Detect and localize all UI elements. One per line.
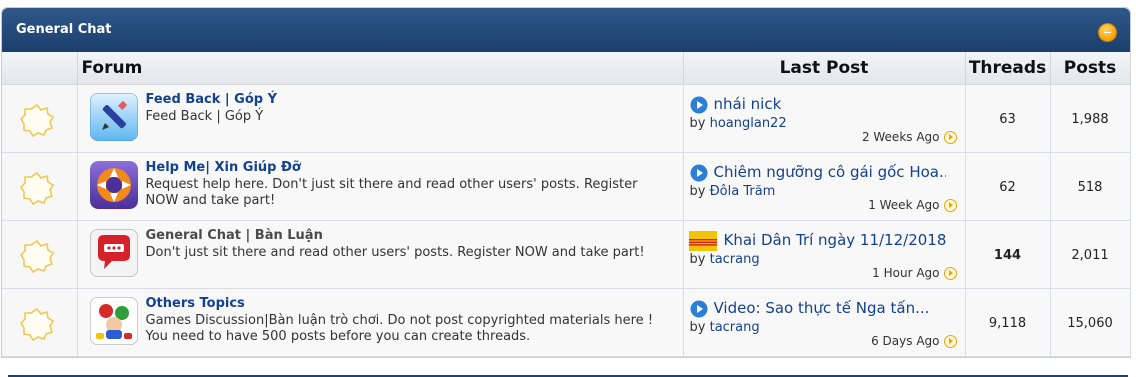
star-icon: [20, 239, 54, 273]
forum-table: Forum Last Post Threads Posts Feed Back …: [2, 52, 1131, 357]
forum-row: Others Topics Games Discussion|Bàn luận …: [2, 288, 1131, 357]
threads-count: 63: [965, 84, 1051, 153]
collapse-icon[interactable]: [1098, 23, 1117, 42]
goto-post-icon[interactable]: [943, 198, 957, 212]
author-link[interactable]: Đôla Trăm: [710, 184, 776, 199]
last-post-cell: Video: Sao thực tế Nga tấn... by tacrang…: [683, 288, 966, 357]
play-arrow-icon: [690, 300, 707, 318]
last-post-cell: Chiêm ngưỡng cô gái gốc Hoa... by Đôla T…: [683, 152, 966, 221]
forum-title-link[interactable]: Feed Back | Góp Ý: [146, 92, 278, 107]
forum-status-cell: [2, 288, 78, 357]
forum-title-link[interactable]: General Chat | Bàn Luận: [146, 228, 323, 243]
last-post-time: 1 Week Ago: [868, 198, 957, 212]
last-post-author: by tacrang: [690, 320, 760, 335]
play-arrow-icon: [690, 96, 707, 114]
pencil-icon: [89, 93, 138, 141]
forum-category-block: General Chat Forum Last Post Threads Pos…: [1, 7, 1131, 358]
last-post-author: by Đôla Trăm: [690, 184, 776, 199]
star-icon: [20, 171, 54, 205]
author-link[interactable]: hoanglan22: [710, 116, 787, 131]
forum-row: Feed Back | Góp Ý Feed Back | Góp Ý nhái…: [2, 84, 1131, 153]
category-title[interactable]: General Chat: [16, 22, 112, 37]
threads-count: 62: [965, 152, 1051, 221]
author-link[interactable]: tacrang: [710, 320, 760, 335]
forum-row: Help Me| Xin Giúp Đỡ Request help here. …: [2, 152, 1131, 221]
threads-count: 144: [965, 220, 1051, 289]
forum-description: Games Discussion|Bàn luận trò chơi. Do n…: [145, 313, 654, 344]
forum-status-cell: [2, 220, 78, 289]
forum-status-cell: [2, 84, 78, 153]
threads-count: 9,118: [965, 288, 1051, 357]
goto-post-icon[interactable]: [943, 266, 957, 280]
category-header: General Chat: [2, 8, 1130, 52]
forum-title-link[interactable]: Help Me| Xin Giúp Đỡ: [146, 160, 301, 175]
last-post-author: by tacrang: [690, 252, 760, 267]
forum-description: Request help here. Don't just sit there …: [145, 177, 638, 208]
column-forum: Forum: [77, 52, 684, 85]
goto-post-icon[interactable]: [943, 334, 957, 348]
lifebuoy-icon: [89, 161, 138, 209]
play-arrow-icon: [690, 164, 707, 182]
forum-status-cell: [2, 152, 78, 221]
posts-count: 2,011: [1050, 220, 1131, 289]
last-post-time: 1 Hour Ago: [872, 266, 957, 280]
goto-post-icon[interactable]: [943, 130, 957, 144]
column-last-post: Last Post: [683, 52, 966, 85]
star-icon: [20, 307, 54, 341]
last-post-author: by hoanglan22: [690, 116, 787, 131]
last-post-title-link[interactable]: Chiêm ngưỡng cô gái gốc Hoa...: [714, 163, 946, 181]
author-link[interactable]: tacrang: [710, 252, 760, 267]
flag-icon: [688, 231, 717, 251]
time-text: 1 Week Ago: [868, 198, 940, 212]
mario-game-icon: [89, 297, 138, 345]
last-post-cell: nhái nick by hoanglan22 2 Weeks Ago: [683, 84, 966, 153]
forum-description: Feed Back | Góp Ý: [145, 109, 264, 124]
posts-count: 518: [1050, 152, 1131, 221]
by-label: by: [689, 116, 706, 131]
column-threads: Threads: [965, 52, 1051, 85]
column-posts: Posts: [1050, 52, 1131, 85]
posts-count: 1,988: [1050, 84, 1131, 153]
last-post-title-link[interactable]: nhái nick: [714, 95, 782, 113]
forum-info-cell: Others Topics Games Discussion|Bàn luận …: [77, 288, 684, 357]
by-label: by: [689, 252, 706, 267]
forum-info-cell: Feed Back | Góp Ý Feed Back | Góp Ý: [77, 84, 684, 153]
column-header-row: Forum Last Post Threads Posts: [2, 52, 1131, 85]
by-label: by: [689, 320, 706, 335]
last-post-time: 6 Days Ago: [871, 334, 957, 348]
forum-info-cell: General Chat | Bàn Luận Don't just sit t…: [77, 220, 684, 289]
forum-info-cell: Help Me| Xin Giúp Đỡ Request help here. …: [77, 152, 684, 221]
time-text: 1 Hour Ago: [872, 266, 940, 280]
by-label: by: [689, 184, 706, 199]
time-text: 2 Weeks Ago: [861, 130, 940, 144]
last-post-title-link[interactable]: Video: Sao thực tế Nga tấn...: [714, 299, 930, 317]
column-status: [2, 52, 78, 85]
forum-title-link[interactable]: Others Topics: [146, 296, 245, 311]
posts-count: 15,060: [1050, 288, 1131, 357]
last-post-time: 2 Weeks Ago: [862, 130, 957, 144]
forum-description: Don't just sit there and read other user…: [145, 245, 645, 260]
chat-bubble-icon: [89, 229, 138, 277]
last-post-cell: Khai Dân Trí ngày 11/12/2018 by tacrang …: [683, 220, 966, 289]
last-post-title-link[interactable]: Khai Dân Trí ngày 11/12/2018: [724, 231, 947, 249]
star-icon: [20, 103, 54, 137]
forum-row: General Chat | Bàn Luận Don't just sit t…: [2, 220, 1131, 289]
time-text: 6 Days Ago: [871, 334, 940, 348]
